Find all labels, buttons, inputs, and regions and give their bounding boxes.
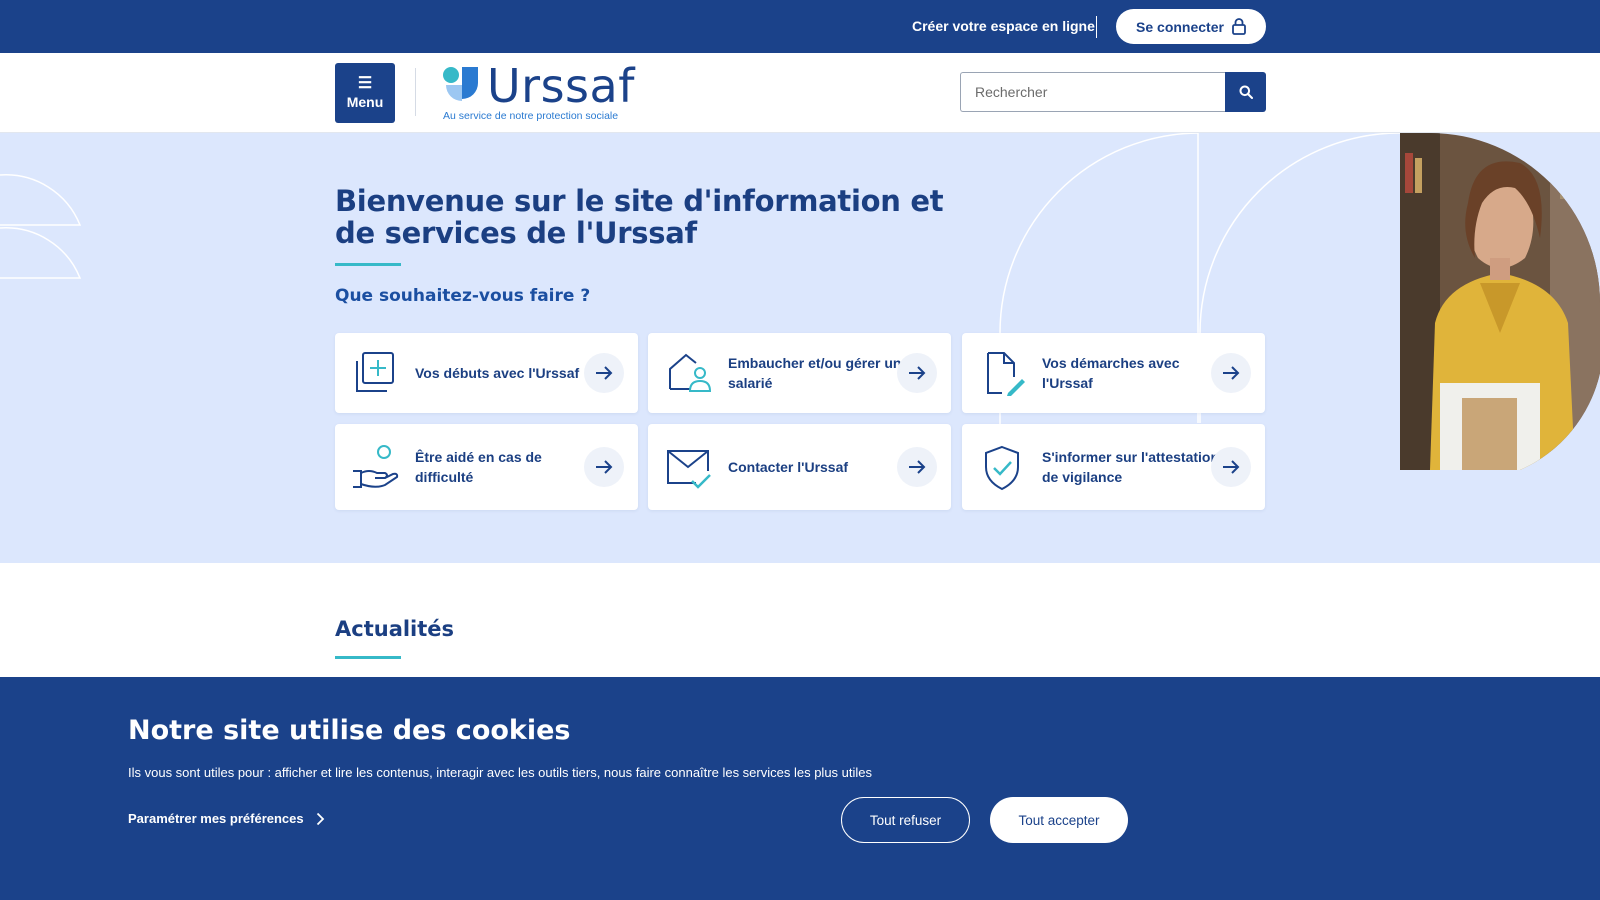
- helping-hand-icon: [353, 445, 399, 488]
- logo-wordmark: Urssaf: [487, 59, 635, 113]
- urssaf-logo[interactable]: Urssaf Au service de notre protection so…: [440, 59, 640, 125]
- arrow-right-icon: [584, 353, 624, 393]
- card-label: Être aidé en cas de difficulté: [415, 449, 542, 485]
- search-input[interactable]: [960, 72, 1226, 112]
- shield-check-icon: [985, 445, 1019, 491]
- create-account-link[interactable]: Créer votre espace en ligne: [912, 18, 1095, 34]
- card-label: Contacter l'Urssaf: [728, 459, 849, 475]
- news-underline: [335, 656, 401, 659]
- card-contacter[interactable]: Contacter l'Urssaf: [648, 424, 951, 510]
- card-demarches[interactable]: Vos démarches avec l'Urssaf: [962, 333, 1265, 413]
- logo-tagline: Au service de notre protection sociale: [443, 110, 619, 122]
- arrow-right-icon: [584, 447, 624, 487]
- menu-label: Menu: [346, 93, 384, 110]
- login-button[interactable]: Se connecter: [1116, 9, 1266, 44]
- arrow-right-icon: [1211, 353, 1251, 393]
- woman-photo: [1400, 133, 1600, 470]
- cookie-banner: Notre site utilise des cookies Ils vous …: [0, 677, 1600, 900]
- search-icon: [1239, 85, 1253, 99]
- card-label: Vos démarches avec l'Urssaf: [1042, 355, 1180, 391]
- add-document-icon: [356, 352, 394, 392]
- hero-subtitle: Que souhaitez-vous faire ?: [335, 286, 591, 306]
- site-header: ☰ Menu Urssaf Au service de notre protec…: [0, 53, 1600, 133]
- card-label: S'informer sur l'attestation de vigilanc…: [1042, 449, 1220, 485]
- page-title: Bienvenue sur le site d'information et d…: [335, 184, 944, 250]
- card-label: Vos débuts avec l'Urssaf: [415, 365, 580, 381]
- chevron-right-icon: [316, 812, 324, 825]
- envelope-check-icon: [667, 450, 711, 489]
- card-embaucher[interactable]: Embaucher et/ou gérer un salarié: [648, 333, 951, 413]
- preferences-label: Paramétrer mes préférences: [128, 811, 304, 826]
- arrow-right-icon: [897, 447, 937, 487]
- cookie-title: Notre site utilise des cookies: [128, 715, 571, 746]
- accept-all-button[interactable]: Tout accepter: [990, 797, 1128, 843]
- hero-section: Bienvenue sur le site d'information et d…: [0, 133, 1600, 563]
- login-label: Se connecter: [1136, 18, 1224, 35]
- arrow-right-icon: [897, 353, 937, 393]
- refuse-all-button[interactable]: Tout refuser: [841, 797, 970, 843]
- house-person-icon: [669, 353, 712, 392]
- header-divider: [415, 68, 416, 116]
- hamburger-icon: ☰: [357, 74, 373, 92]
- card-label: Embaucher et/ou gérer un salarié: [728, 355, 902, 391]
- cookie-preferences-link[interactable]: Paramétrer mes préférences: [128, 811, 325, 826]
- lock-icon: [1232, 18, 1246, 35]
- card-vos-debuts[interactable]: Vos débuts avec l'Urssaf: [335, 333, 638, 413]
- news-heading: Actualités: [335, 617, 455, 641]
- logo-mark-icon: [443, 67, 478, 101]
- title-underline: [335, 263, 401, 266]
- top-bar: Créer votre espace en ligne Se connecter: [0, 0, 1600, 53]
- arrow-right-icon: [1211, 447, 1251, 487]
- topbar-divider: [1096, 16, 1097, 38]
- card-etre-aide[interactable]: Être aidé en cas de difficulté: [335, 424, 638, 510]
- cookie-description: Ils vous sont utiles pour : afficher et …: [128, 765, 873, 780]
- card-attestation-vigilance[interactable]: S'informer sur l'attestation de vigilanc…: [962, 424, 1265, 510]
- menu-button[interactable]: ☰ Menu: [335, 63, 395, 123]
- search-button[interactable]: [1225, 72, 1266, 112]
- document-pen-icon: [987, 352, 1025, 396]
